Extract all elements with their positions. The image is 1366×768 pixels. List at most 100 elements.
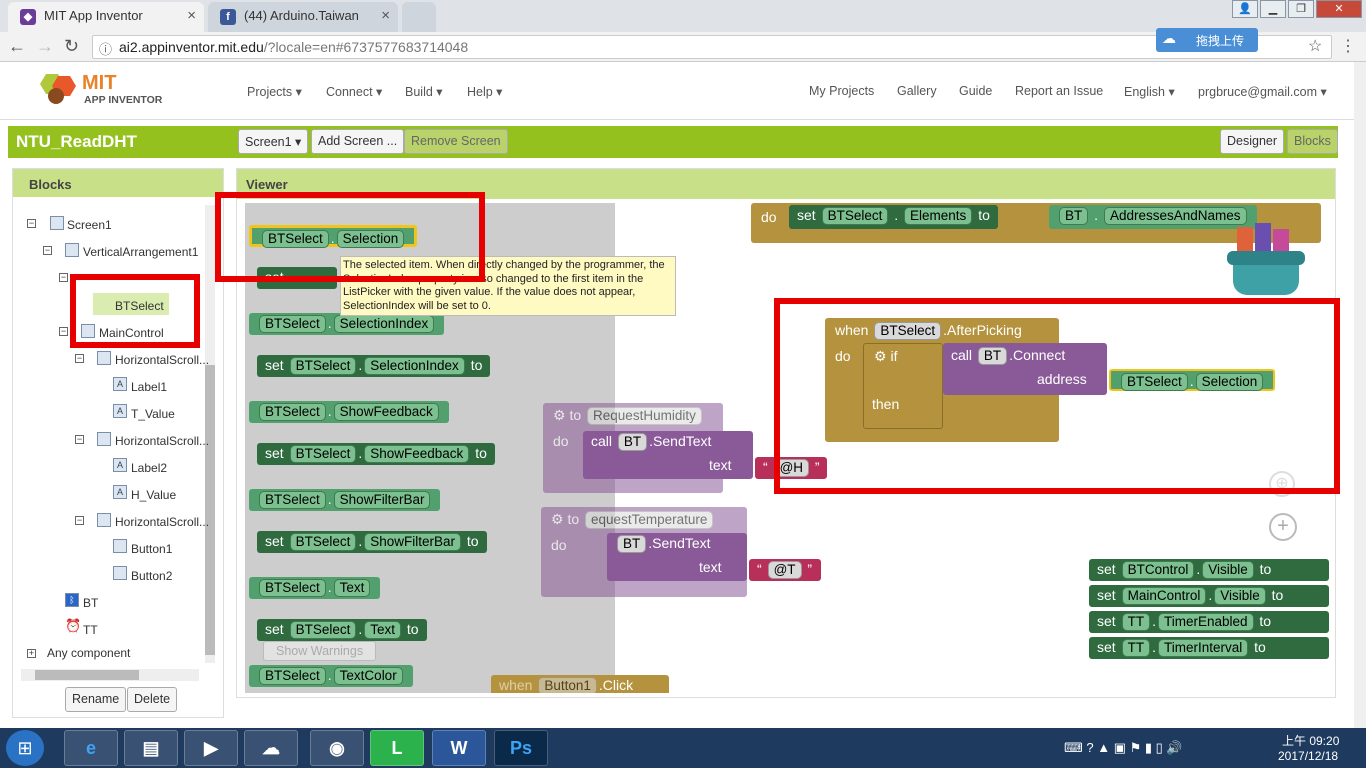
- mit-logo-icon[interactable]: [36, 70, 80, 108]
- set-btselect-selectionindex-block[interactable]: set BTSelect. SelectionIndex to: [257, 355, 491, 377]
- set-maincontrol-visible-block[interactable]: set MainControl. Visible to: [1089, 585, 1329, 607]
- tree-h-value[interactable]: H_Value: [131, 488, 176, 502]
- btselect-textcolor-getter[interactable]: BTSelect. TextColor: [249, 665, 413, 687]
- collapse-icon[interactable]: −: [27, 219, 36, 228]
- delete-button[interactable]: Delete: [127, 687, 178, 712]
- link-report-issue[interactable]: Report an Issue: [1015, 84, 1103, 98]
- add-screen-button[interactable]: Add Screen ...: [311, 129, 405, 154]
- blocks-button[interactable]: Blocks: [1287, 129, 1338, 154]
- close-tab-icon[interactable]: ×: [187, 7, 196, 24]
- rename-button[interactable]: Rename: [65, 687, 127, 712]
- page-scrollbar[interactable]: [1354, 62, 1366, 728]
- photoshop-icon[interactable]: Ps: [494, 730, 548, 766]
- link-guide[interactable]: Guide: [959, 84, 992, 98]
- zoom-in-icon[interactable]: +: [1269, 513, 1297, 541]
- tree-button1[interactable]: Button1: [131, 542, 172, 556]
- menu-projects[interactable]: Projects ▾: [247, 84, 302, 99]
- chrome-icon[interactable]: ◉: [310, 730, 364, 766]
- back-icon[interactable]: ←: [8, 36, 26, 57]
- call-bt-sendtext-temperature[interactable]: BT .SendText text: [607, 533, 747, 581]
- show-warnings-button[interactable]: Show Warnings: [263, 641, 377, 661]
- tree-label1[interactable]: Label1: [131, 380, 167, 394]
- set-btselect-elements-block[interactable]: set BTSelect . Elements to: [789, 205, 998, 229]
- btselect-showfeedback-getter[interactable]: BTSelect. ShowFeedback: [249, 401, 449, 423]
- collapse-icon[interactable]: −: [75, 435, 84, 444]
- tree-horizontalscroll-1[interactable]: HorizontalScroll...: [115, 353, 209, 367]
- btselect-showfilterbar-getter[interactable]: BTSelect. ShowFilterBar: [249, 489, 441, 511]
- tab-title: MIT App Inventor: [44, 8, 143, 23]
- tree-button2[interactable]: Button2: [131, 569, 172, 583]
- menu-connect[interactable]: Connect ▾: [326, 84, 382, 99]
- start-button[interactable]: ⊞: [6, 730, 44, 766]
- tab-mit-app-inventor[interactable]: ◆ MIT App Inventor ×: [8, 2, 204, 32]
- menu-help[interactable]: Help ▾: [467, 84, 502, 99]
- link-gallery[interactable]: Gallery: [897, 84, 937, 98]
- upload-extension-button[interactable]: ☁ 拖拽上传: [1156, 28, 1258, 52]
- tree-bt[interactable]: BT: [83, 596, 98, 610]
- set-btcontrol-visible-block[interactable]: set BTControl. Visible to: [1089, 559, 1329, 581]
- account-dropdown[interactable]: prgbruce@gmail.com ▾: [1198, 84, 1327, 99]
- clock-time: 上午 09:20: [1282, 734, 1340, 748]
- close-tab-icon[interactable]: ×: [381, 7, 390, 24]
- info-icon[interactable]: ⓘ: [99, 39, 112, 58]
- set-btselect-showfilterbar-block[interactable]: set BTSelect. ShowFilterBar to: [257, 531, 487, 553]
- upload-label: 拖拽上传: [1196, 34, 1245, 48]
- new-tab-button[interactable]: [402, 2, 436, 32]
- clock-icon: ⏰: [65, 618, 82, 634]
- tree-horizontalscroll-2[interactable]: HorizontalScroll...: [115, 434, 209, 448]
- word-icon[interactable]: W: [432, 730, 486, 766]
- call-bt-sendtext-humidity[interactable]: call BT .SendText text: [583, 431, 753, 479]
- logo-app-inventor: APP INVENTOR: [84, 94, 163, 106]
- tree-hscrollbar[interactable]: [21, 669, 199, 681]
- tab-arduino-taiwan[interactable]: f (44) Arduino.Taiwan ×: [208, 2, 398, 32]
- logo-mit: MIT: [82, 72, 117, 94]
- reload-icon[interactable]: ↻: [64, 36, 79, 57]
- url-field[interactable]: ⓘ ai2.appinventor.mit.edu/?locale=en#673…: [92, 35, 1332, 59]
- bookmark-star-icon[interactable]: ☆: [1308, 36, 1322, 56]
- set-btselect-text-block[interactable]: set BTSelect. Text to: [257, 619, 427, 641]
- string-at-t[interactable]: “ @T ”: [749, 559, 821, 581]
- tree-tt[interactable]: TT: [83, 623, 98, 637]
- set-tt-timerinterval-block[interactable]: set TT. TimerInterval to: [1089, 637, 1329, 659]
- expand-icon[interactable]: +: [27, 649, 36, 658]
- elements-pill[interactable]: Elements: [904, 207, 973, 225]
- designer-button[interactable]: Designer: [1220, 129, 1285, 154]
- menu-icon[interactable]: ⋮: [1340, 36, 1356, 56]
- tree-verticalarrangement1[interactable]: VerticalArrangement1: [83, 245, 198, 259]
- link-my-projects[interactable]: My Projects: [809, 84, 874, 98]
- user-icon[interactable]: 👤: [1232, 0, 1258, 18]
- collapse-icon[interactable]: −: [75, 354, 84, 363]
- tree-any-component[interactable]: Any component: [47, 646, 130, 660]
- close-window-icon[interactable]: ✕: [1316, 0, 1362, 18]
- backpack-icon[interactable]: [1223, 221, 1309, 299]
- btselect-text-getter[interactable]: BTSelect. Text: [249, 577, 381, 599]
- collapse-icon[interactable]: −: [43, 246, 52, 255]
- forward-icon[interactable]: →: [36, 36, 54, 57]
- btselect-selectionindex-getter[interactable]: BTSelect. SelectionIndex: [249, 313, 445, 335]
- collapse-icon[interactable]: −: [59, 327, 68, 336]
- media-player-icon[interactable]: ▶: [184, 730, 238, 766]
- set-btselect-showfeedback-block[interactable]: set BTSelect. ShowFeedback to: [257, 443, 495, 465]
- collapse-icon[interactable]: −: [59, 273, 68, 282]
- remove-screen-button[interactable]: Remove Screen: [404, 129, 508, 154]
- when-button1-click[interactable]: when Button1 .Click: [491, 675, 669, 693]
- maximize-icon[interactable]: ❐: [1288, 0, 1314, 18]
- file-explorer-icon[interactable]: ▤: [124, 730, 178, 766]
- screen-selector[interactable]: Screen1 ▾: [238, 129, 309, 154]
- line-icon[interactable]: L: [370, 730, 424, 766]
- do-keyword: do: [761, 209, 777, 225]
- menu-build[interactable]: Build ▾: [405, 84, 443, 99]
- btselect-pill[interactable]: BTSelect: [821, 207, 889, 225]
- tree-label2[interactable]: Label2: [131, 461, 167, 475]
- ie-icon[interactable]: e: [64, 730, 118, 766]
- system-tray[interactable]: ⌨ ? ▲ ▣ ⚑ ▮ ▯ 🔊: [1064, 740, 1264, 756]
- baidu-cloud-icon[interactable]: ☁: [244, 730, 298, 766]
- minimize-icon[interactable]: ▁: [1260, 0, 1286, 18]
- tree-t-value[interactable]: T_Value: [131, 407, 175, 421]
- language-dropdown[interactable]: English ▾: [1124, 84, 1175, 99]
- url-path: /?locale=en#6737577683714048: [263, 39, 469, 55]
- collapse-icon[interactable]: −: [75, 516, 84, 525]
- set-tt-timerenabled-block[interactable]: set TT. TimerEnabled to: [1089, 611, 1329, 633]
- tree-screen1[interactable]: Screen1: [67, 218, 112, 232]
- tree-horizontalscroll-3[interactable]: HorizontalScroll...: [115, 515, 209, 529]
